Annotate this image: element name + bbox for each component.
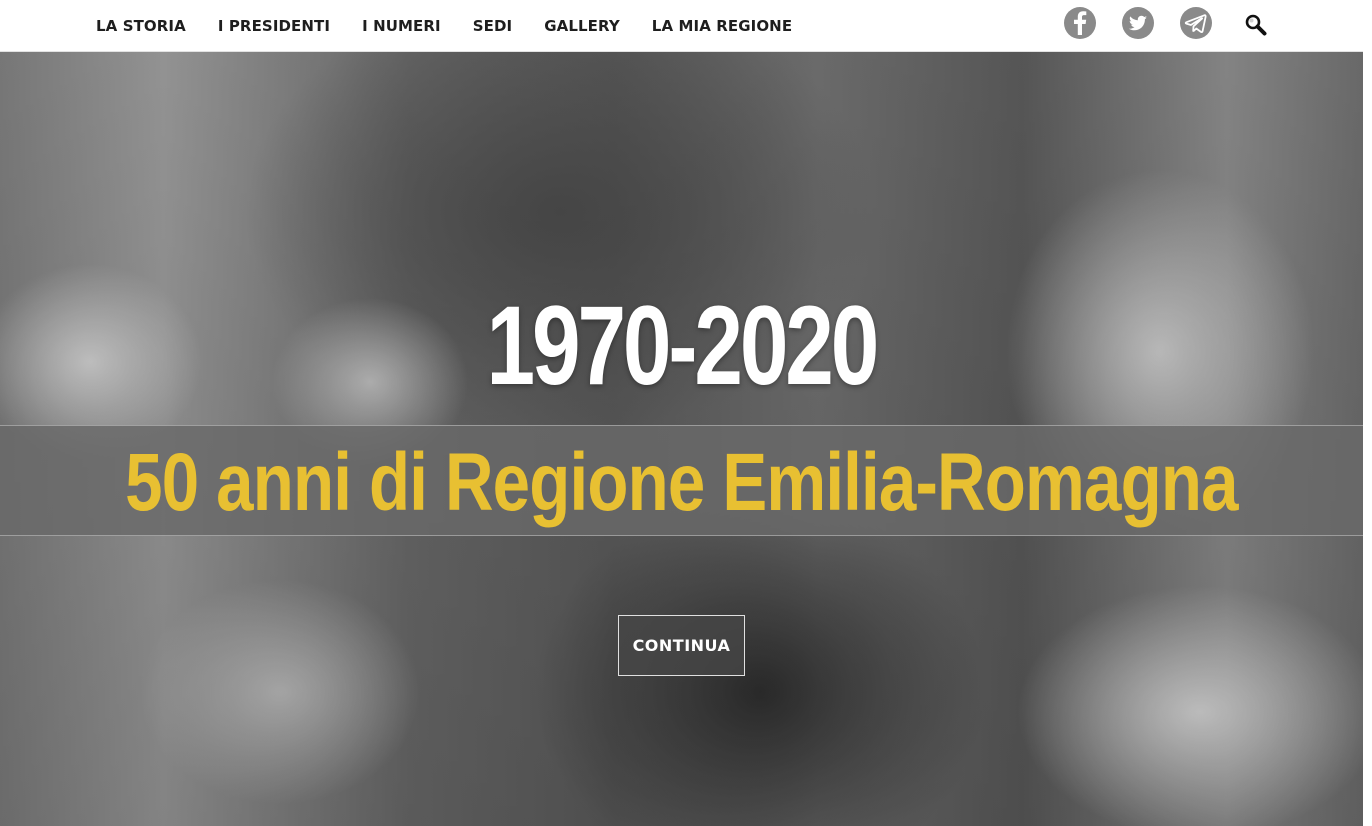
continue-button[interactable]: CONTINUA <box>618 615 745 676</box>
main-menu: LA STORIA I PRESIDENTI I NUMERI SEDI GAL… <box>96 0 824 51</box>
hero-section: 1970-2020 50 anni di Regione Emilia-Roma… <box>0 52 1363 826</box>
nav-item-gallery[interactable]: GALLERY <box>544 17 620 35</box>
hero-years-title: 1970-2020 <box>486 283 880 408</box>
facebook-icon[interactable] <box>1064 7 1096 39</box>
nav-item-la-storia[interactable]: LA STORIA <box>96 17 186 35</box>
nav-item-i-presidenti[interactable]: I PRESIDENTI <box>218 17 330 35</box>
social-links <box>1064 7 1238 39</box>
nav-item-la-mia-regione[interactable]: LA MIA REGIONE <box>652 17 792 35</box>
hero-subtitle: 50 anni di Regione Emilia-Romagna <box>125 437 1238 528</box>
twitter-icon[interactable] <box>1122 7 1154 39</box>
top-navigation-bar: LA STORIA I PRESIDENTI I NUMERI SEDI GAL… <box>0 0 1363 52</box>
hero-subtitle-band: 50 anni di Regione Emilia-Romagna <box>0 425 1363 536</box>
search-icon[interactable] <box>1244 13 1268 37</box>
nav-item-sedi[interactable]: SEDI <box>473 17 512 35</box>
telegram-icon[interactable] <box>1180 7 1212 39</box>
nav-item-i-numeri[interactable]: I NUMERI <box>362 17 441 35</box>
